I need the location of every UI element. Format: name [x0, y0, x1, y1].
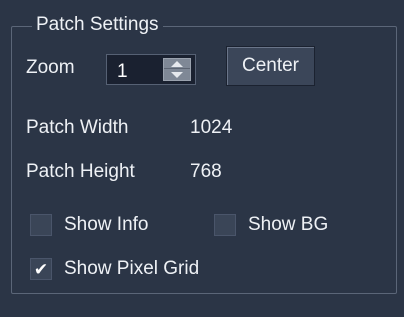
show-info-checkbox[interactable]: [30, 214, 52, 236]
show-pixel-grid-checkbox[interactable]: ✔: [30, 258, 52, 280]
center-button[interactable]: Center: [226, 46, 315, 86]
zoom-label: Zoom: [26, 57, 75, 78]
show-bg-checkbox-row[interactable]: Show BG: [214, 214, 328, 236]
checkmark-icon: ✔: [33, 259, 49, 279]
show-bg-label: Show BG: [248, 214, 329, 235]
spin-buttons: [163, 58, 191, 81]
show-pixel-grid-checkbox-row[interactable]: ✔ Show Pixel Grid: [30, 258, 199, 280]
show-bg-checkbox[interactable]: [214, 214, 236, 236]
show-pixel-grid-label: Show Pixel Grid: [64, 258, 200, 279]
arrow-down-icon: [171, 72, 183, 78]
arrow-up-icon: [171, 60, 183, 67]
zoom-value[interactable]: 1: [117, 61, 128, 83]
group-title: Patch Settings: [32, 14, 163, 36]
spin-down-button[interactable]: [164, 70, 190, 80]
zoom-spinner[interactable]: 1: [106, 54, 196, 85]
show-info-label: Show Info: [64, 214, 149, 235]
show-info-checkbox-row[interactable]: Show Info: [30, 214, 149, 236]
patch-height-label: Patch Height: [26, 161, 135, 182]
spin-up-button[interactable]: [164, 59, 190, 69]
patch-width-label: Patch Width: [26, 117, 129, 138]
patch-width-value: 1024: [190, 117, 233, 138]
patch-height-value: 768: [190, 161, 222, 182]
patch-settings-panel: Patch Settings Zoom 1 Center Patch Width…: [0, 0, 404, 317]
